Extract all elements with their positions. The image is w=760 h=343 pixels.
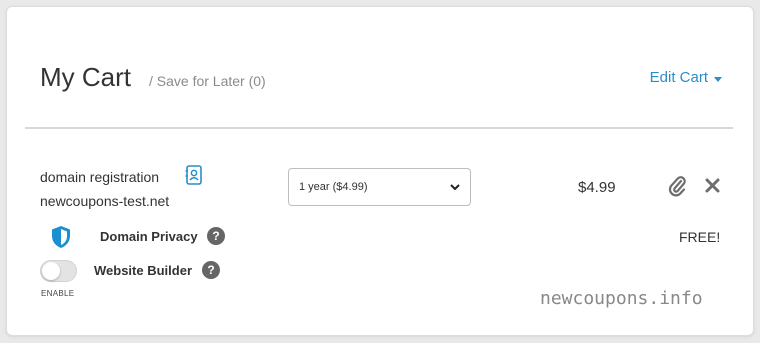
cart-card: My Cart / Save for Later (0) Edit Cart d… bbox=[6, 6, 754, 336]
edit-cart-button[interactable]: Edit Cart bbox=[650, 69, 722, 86]
product-type: domain registration bbox=[40, 169, 160, 185]
domain-privacy-label: Domain Privacy bbox=[100, 229, 198, 244]
domain-name: newcoupons-test.net bbox=[40, 193, 170, 209]
item-price: $4.99 bbox=[578, 179, 616, 196]
help-icon[interactable]: ? bbox=[207, 227, 225, 245]
help-icon[interactable]: ? bbox=[202, 261, 220, 279]
toggle-caption: ENABLE bbox=[41, 289, 75, 298]
page-title: My Cart bbox=[40, 62, 131, 92]
save-for-later-link[interactable]: / Save for Later (0) bbox=[149, 73, 266, 89]
term-select[interactable]: 1 year ($4.99) bbox=[288, 168, 471, 206]
chevron-down-icon bbox=[450, 183, 460, 190]
paperclip-icon[interactable] bbox=[667, 175, 687, 197]
caret-down-icon bbox=[714, 77, 722, 82]
website-builder-toggle[interactable] bbox=[40, 260, 77, 282]
header-divider bbox=[25, 127, 733, 129]
toggle-knob bbox=[42, 262, 60, 280]
edit-cart-label: Edit Cart bbox=[649, 69, 708, 86]
term-select-value: 1 year ($4.99) bbox=[299, 181, 368, 193]
contact-card-icon[interactable] bbox=[185, 165, 203, 185]
shield-icon bbox=[52, 226, 70, 248]
watermark: newcoupons.info bbox=[540, 288, 703, 309]
website-builder-label: Website Builder bbox=[94, 263, 193, 278]
domain-privacy-price: FREE! bbox=[679, 229, 721, 245]
close-icon[interactable] bbox=[705, 178, 720, 193]
